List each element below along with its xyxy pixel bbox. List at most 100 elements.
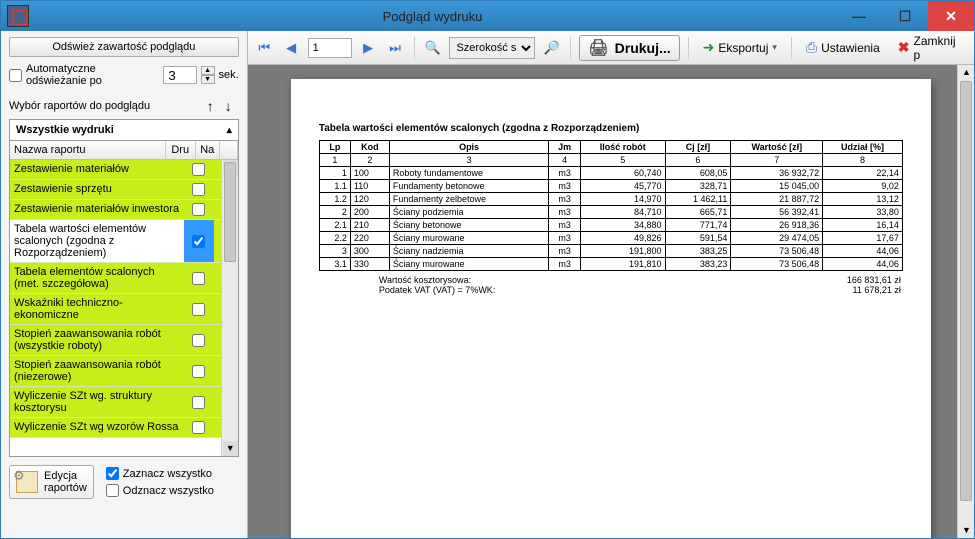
table-cell: 1.2 xyxy=(319,193,350,206)
report-print-cell[interactable] xyxy=(184,387,214,417)
table-row: 1.2120Fundamenty żelbetowem314,9701 462,… xyxy=(319,193,902,206)
select-all-checkbox[interactable] xyxy=(106,467,119,480)
report-row[interactable]: Wskaźniki techniczno-ekonomiczne xyxy=(10,294,238,325)
table-colnum: 4 xyxy=(549,154,581,167)
report-row[interactable]: Zestawienie sprzętu xyxy=(10,180,238,200)
preview-scroll-up[interactable]: ▲ xyxy=(959,65,974,80)
gear-document-icon xyxy=(16,471,38,493)
zoom-select[interactable]: Szerokość s xyxy=(449,37,535,59)
chevron-up-icon: ▴ xyxy=(227,125,232,136)
report-row[interactable]: Stopień zaawansowania robót (wszystkie r… xyxy=(10,325,238,356)
table-cell: 1 462,11 xyxy=(665,193,731,206)
table-cell: 29 474,05 xyxy=(731,232,823,245)
preview-scroll-thumb[interactable] xyxy=(960,81,972,501)
minimize-button[interactable]: — xyxy=(836,1,882,31)
deselect-all-label: Odznacz wszystko xyxy=(123,485,214,497)
col-name[interactable]: Nazwa raportu xyxy=(10,141,166,159)
last-page-button[interactable]: ⏭ xyxy=(385,37,406,59)
seconds-unit: sek. xyxy=(219,69,239,81)
table-cell: 44,06 xyxy=(823,245,903,258)
edit-reports-button[interactable]: Edycja raportów xyxy=(9,465,94,499)
refresh-button[interactable]: Odśwież zawartość podglądu xyxy=(9,37,239,57)
maximize-button[interactable]: ☐ xyxy=(882,1,928,31)
next-page-button[interactable]: ▶ xyxy=(358,37,379,59)
close-window-button[interactable]: ✕ xyxy=(928,1,974,31)
report-print-checkbox[interactable] xyxy=(192,421,205,434)
report-print-cell[interactable] xyxy=(184,180,214,199)
export-button[interactable]: ➜ Eksportuj ▾ xyxy=(697,37,783,58)
report-row[interactable]: Wyliczenie SZt wg wzorów Rossa xyxy=(10,418,238,438)
table-row: 1100Roboty fundamentowem360,740608,0536 … xyxy=(319,167,902,180)
table-cell: m3 xyxy=(549,258,581,271)
table-colnum: 8 xyxy=(823,154,903,167)
col-dr[interactable]: Dru xyxy=(166,141,196,159)
settings-button[interactable]: ⎙ Ustawienia xyxy=(800,37,886,58)
report-print-cell[interactable] xyxy=(184,294,214,324)
reports-tab-header[interactable]: Wszystkie wydruki ▴ xyxy=(9,119,239,140)
report-name: Stopień zaawansowania robót (wszystkie r… xyxy=(10,325,184,355)
grid-scrollbar[interactable]: ▲ ▼ xyxy=(221,160,238,456)
report-print-checkbox[interactable] xyxy=(192,203,205,216)
report-row[interactable]: Stopień zaawansowania robót (niezerowe) xyxy=(10,356,238,387)
table-cell: 2.1 xyxy=(319,219,350,232)
table-cell: m3 xyxy=(549,193,581,206)
table-cell: m3 xyxy=(549,180,581,193)
report-row[interactable]: Zestawienie materiałów inwestora xyxy=(10,200,238,220)
col-na[interactable]: Na xyxy=(196,141,220,159)
table-header: Lp xyxy=(319,141,350,154)
zoom-in-button[interactable]: 🔍 xyxy=(422,37,443,59)
report-name: Tabela wartości elementów scalonych (zgo… xyxy=(10,220,184,262)
scroll-down-icon[interactable]: ▼ xyxy=(223,441,238,456)
report-print-checkbox[interactable] xyxy=(192,235,205,248)
report-print-cell[interactable] xyxy=(184,160,214,179)
report-row[interactable]: Tabela wartości elementów scalonych (zgo… xyxy=(10,220,238,263)
page-input[interactable] xyxy=(308,38,352,58)
table-cell: Ściany nadziemia xyxy=(389,245,548,258)
preview-area[interactable]: Tabela wartości elementów scalonych (zgo… xyxy=(248,65,974,538)
report-print-checkbox[interactable] xyxy=(192,272,205,285)
table-cell: 16,14 xyxy=(823,219,903,232)
deselect-all-row[interactable]: Odznacz wszystko xyxy=(106,484,214,497)
report-print-checkbox[interactable] xyxy=(192,183,205,196)
tab-title: Wszystkie wydruki xyxy=(16,124,114,136)
report-print-checkbox[interactable] xyxy=(192,303,205,316)
spin-down[interactable]: ▼ xyxy=(201,75,215,84)
report-print-cell[interactable] xyxy=(184,418,214,437)
report-name: Zestawienie sprzętu xyxy=(10,180,184,199)
zoom-out-button[interactable]: 🔎 xyxy=(541,37,562,59)
report-row[interactable]: Wyliczenie SZt wg. struktury kosztorysu xyxy=(10,387,238,418)
table-header: Udział [%] xyxy=(823,141,903,154)
report-row[interactable]: Tabela elementów scalonych (met. szczegó… xyxy=(10,263,238,294)
table-row: 2.1210Ściany betonowem334,880771,7426 91… xyxy=(319,219,902,232)
select-all-row[interactable]: Zaznacz wszystko xyxy=(106,467,214,480)
report-print-cell[interactable] xyxy=(184,263,214,293)
move-down-icon[interactable]: ↓ xyxy=(225,99,239,113)
prev-page-button[interactable]: ◀ xyxy=(281,37,302,59)
auto-refresh-checkbox[interactable] xyxy=(9,69,22,82)
report-print-cell[interactable] xyxy=(184,220,214,262)
table-cell: 36 932,72 xyxy=(731,167,823,180)
report-print-cell[interactable] xyxy=(184,356,214,386)
scroll-thumb[interactable] xyxy=(224,162,236,262)
preview-scrollbar[interactable]: ▲ ▼ xyxy=(957,65,974,538)
print-button[interactable]: 🖨 Drukuj... xyxy=(579,35,679,61)
report-print-checkbox[interactable] xyxy=(192,163,205,176)
table-cell: 200 xyxy=(350,206,389,219)
report-print-checkbox[interactable] xyxy=(192,396,205,409)
report-row[interactable]: Zestawienie materiałów xyxy=(10,160,238,180)
report-print-checkbox[interactable] xyxy=(192,365,205,378)
close-preview-button[interactable]: ✖ Zamknij p xyxy=(892,32,968,64)
report-print-cell[interactable] xyxy=(184,200,214,219)
report-name: Zestawienie materiałów xyxy=(10,160,184,179)
app-icon xyxy=(7,5,29,27)
report-print-checkbox[interactable] xyxy=(192,334,205,347)
report-print-cell[interactable] xyxy=(184,325,214,355)
table-cell: 3.1 xyxy=(319,258,350,271)
auto-refresh-seconds[interactable] xyxy=(163,66,197,84)
spin-up[interactable]: ▲ xyxy=(201,66,215,75)
first-page-button[interactable]: ⏮ xyxy=(254,37,275,59)
preview-scroll-down[interactable]: ▼ xyxy=(959,523,974,538)
report-name: Wyliczenie SZt wg wzorów Rossa xyxy=(10,418,184,437)
move-up-icon[interactable]: ↑ xyxy=(207,99,221,113)
deselect-all-checkbox[interactable] xyxy=(106,484,119,497)
